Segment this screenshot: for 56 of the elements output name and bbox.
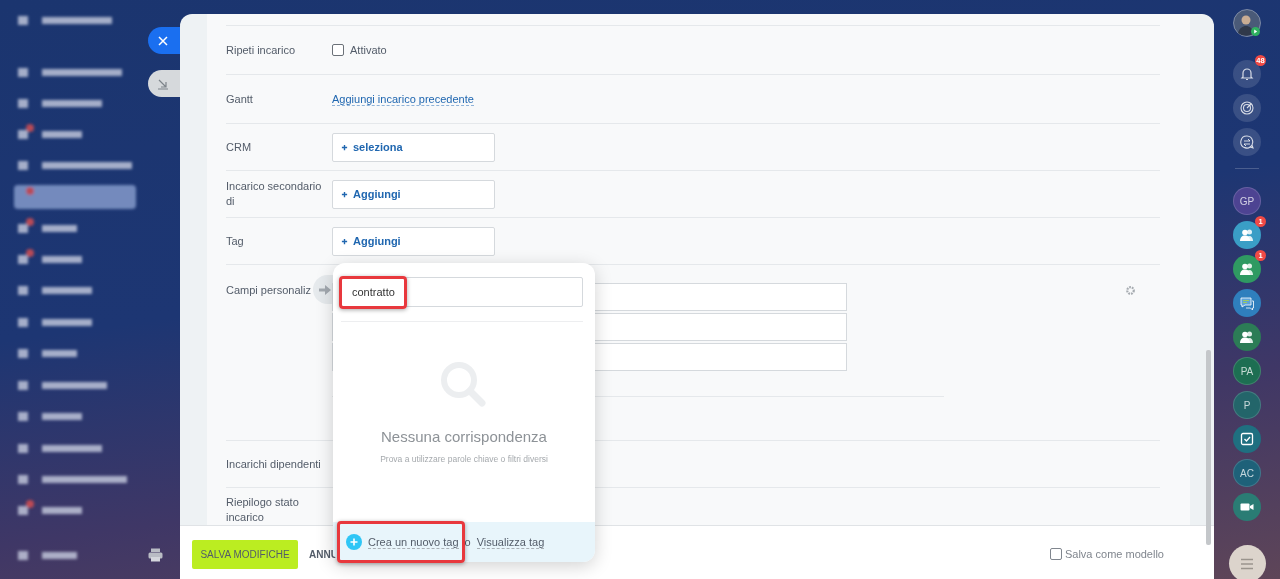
field-label: Campi personaliz xyxy=(226,283,311,296)
scrollbar[interactable] xyxy=(1206,350,1211,545)
arrow-down-right-icon xyxy=(157,77,169,90)
add-previous-task-link[interactable]: Aggiungi incarico precedente xyxy=(332,93,474,106)
chat-avatar[interactable] xyxy=(1233,289,1261,317)
minimize-button[interactable] xyxy=(148,70,180,97)
radar-icon xyxy=(1239,100,1255,116)
separator-text: o xyxy=(464,536,471,548)
chat-icon xyxy=(1239,295,1255,311)
field-label: Gantt xyxy=(226,91,254,107)
toolbar-button[interactable] xyxy=(1233,128,1261,156)
chat-avatar[interactable] xyxy=(1233,221,1261,249)
group-icon xyxy=(1239,227,1255,243)
list-icon xyxy=(1240,557,1254,570)
group-icon xyxy=(1239,329,1255,345)
save-button[interactable]: SALVA MODIFICHE xyxy=(192,539,298,569)
selector-button[interactable]: Aggiungi xyxy=(332,226,495,256)
menu-button[interactable] xyxy=(1228,545,1266,579)
plus-icon xyxy=(341,190,348,198)
plus-circle-icon xyxy=(346,534,362,550)
user-avatar[interactable] xyxy=(1233,9,1261,37)
chat-avatar[interactable] xyxy=(1233,255,1261,283)
printer-icon[interactable] xyxy=(148,548,163,562)
close-icon xyxy=(157,34,169,47)
plus-icon xyxy=(341,237,348,245)
checkbox[interactable] xyxy=(332,44,344,56)
empty-state-hint: Prova a utilizzare parole chiave o filtri diversi xyxy=(380,454,548,464)
initials-avatar[interactable]: AC xyxy=(1233,459,1261,487)
chat-avatar[interactable] xyxy=(1233,493,1261,521)
arrow-right-icon xyxy=(319,284,331,295)
chat-avatar[interactable] xyxy=(1233,425,1261,453)
toolbar-button[interactable] xyxy=(1233,94,1261,122)
field-label: Tag xyxy=(226,233,245,249)
initials-avatar[interactable]: GP xyxy=(1233,187,1261,215)
field-label: Incarico secondario di xyxy=(226,179,323,209)
group-icon xyxy=(1239,261,1255,277)
bell-icon xyxy=(1239,66,1255,82)
chat-avatar[interactable] xyxy=(1233,323,1261,351)
checkbox-label: Attivato xyxy=(350,44,387,56)
field-label: CRM xyxy=(226,139,253,155)
empty-state-title: Nessuna corrispondenza xyxy=(381,428,547,445)
plus-icon xyxy=(341,143,348,151)
create-tag-link[interactable]: Crea un nuovo tag xyxy=(368,535,459,549)
close-button[interactable] xyxy=(148,27,180,54)
task-icon xyxy=(1239,431,1255,447)
selector-button[interactable]: seleziona xyxy=(332,132,495,162)
selector-button[interactable]: Aggiungi xyxy=(332,179,495,209)
checkbox[interactable] xyxy=(1049,548,1062,560)
field-label: Incarichi dipendenti xyxy=(226,456,322,472)
initials-avatar[interactable]: PA xyxy=(1233,357,1261,385)
field-label: Ripeti incarico xyxy=(226,42,297,58)
initials-avatar[interactable]: P xyxy=(1233,391,1261,419)
field-label: Riepilogo stato incarico xyxy=(226,495,300,525)
chat-arrows-icon xyxy=(1239,134,1255,150)
checkbox-label: Salva come modello xyxy=(1064,548,1164,560)
view-tags-link[interactable]: Visualizza tag xyxy=(476,535,545,549)
